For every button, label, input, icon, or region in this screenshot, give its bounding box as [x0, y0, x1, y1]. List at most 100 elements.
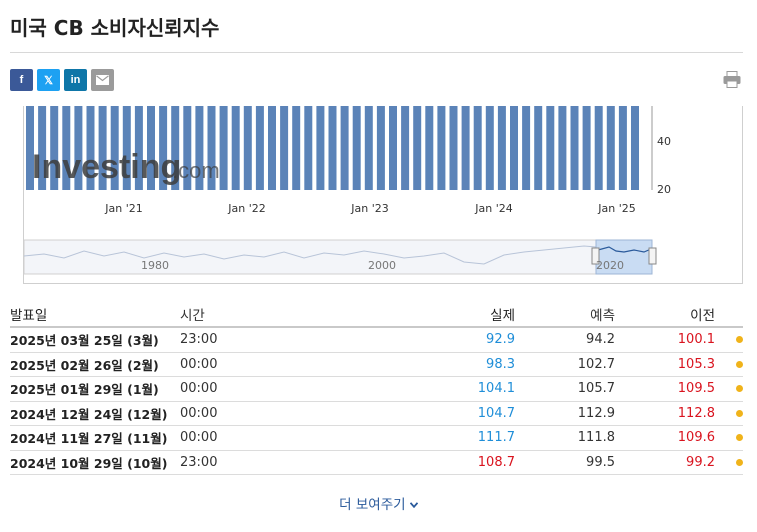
linkedin-share-button[interactable]: in — [64, 69, 87, 91]
header-time[interactable]: 시간 — [180, 304, 420, 324]
row-previous: 105.3 — [677, 356, 715, 372]
table-row: 2024년 11월 27일 (11월) 00:00 111.7 111.8 109.6 — [10, 426, 743, 451]
table-row: 2025년 01월 29일 (1월) 00:00 104.1 105.7 109.5 — [10, 377, 743, 402]
mail-icon — [96, 75, 109, 85]
chart-bar[interactable] — [606, 106, 615, 190]
row-time: 23:00 — [180, 454, 218, 470]
watermark-text: Investing — [32, 148, 181, 186]
chart-bar[interactable] — [304, 106, 313, 190]
chart-bar[interactable] — [389, 106, 397, 190]
chart-bar[interactable] — [364, 106, 373, 190]
consumer-confidence-chart[interactable]: Investing .com 40 20 Jan '21 Jan '22 Jan… — [24, 106, 744, 284]
chart-bar[interactable] — [328, 106, 337, 190]
row-previous: 112.8 — [677, 405, 715, 421]
row-actual: 104.7 — [477, 405, 515, 421]
share-bar: f 𝕏 in — [10, 69, 114, 91]
chart-bar[interactable] — [618, 106, 627, 190]
chart-bar[interactable] — [497, 106, 506, 190]
row-forecast: 99.5 — [586, 454, 615, 470]
chart-bar[interactable] — [268, 106, 276, 190]
row-actual: 108.7 — [477, 454, 515, 470]
chart-bar[interactable] — [522, 106, 531, 190]
chevron-down-icon — [409, 502, 419, 509]
chart-bar[interactable] — [582, 106, 591, 190]
header-previous[interactable]: 이전 — [615, 304, 715, 324]
importance-dot-icon — [736, 409, 743, 417]
row-date: 2025년 03월 25일 (3월) — [10, 333, 159, 349]
chart-container: Investing .com 40 20 Jan '21 Jan '22 Jan… — [23, 106, 743, 284]
chart-bar[interactable] — [510, 106, 518, 190]
row-previous: 99.2 — [686, 454, 715, 470]
header-date[interactable]: 발표일 — [10, 304, 180, 324]
importance-dot-icon — [736, 458, 743, 466]
header-actual[interactable]: 실제 — [420, 304, 515, 324]
table-row: 2025년 02월 26일 (2월) 00:00 98.3 102.7 105.3 — [10, 353, 743, 377]
row-forecast: 102.7 — [577, 356, 615, 372]
show-more-link[interactable]: 더 보여주기 — [0, 493, 757, 513]
row-actual: 98.3 — [486, 356, 515, 372]
importance-dot-icon — [736, 360, 743, 368]
show-more-label[interactable]: 더 보여주기 — [339, 497, 405, 513]
chart-bar[interactable] — [546, 106, 555, 190]
release-history-table: 발표일 시간 실제 예측 이전 2025년 03월 25일 (3월) 23:00 9… — [10, 302, 743, 475]
x-tick-label: Jan '24 — [474, 202, 512, 215]
y-tick-label: 20 — [657, 183, 671, 196]
row-time: 00:00 — [180, 430, 218, 446]
chart-bar[interactable] — [473, 106, 482, 190]
chart-bar[interactable] — [558, 106, 567, 190]
row-previous: 109.6 — [677, 430, 715, 446]
chart-bar[interactable] — [594, 106, 603, 190]
row-forecast: 105.7 — [577, 381, 615, 397]
twitter-share-button[interactable]: 𝕏 — [37, 69, 60, 91]
row-date: 2024년 11월 27일 (11월) — [10, 431, 168, 447]
row-forecast: 94.2 — [586, 332, 615, 348]
x-tick-label: Jan '22 — [227, 202, 265, 215]
navigator-tick: 2020 — [596, 259, 624, 272]
chart-bar[interactable] — [401, 106, 410, 190]
chart-bar[interactable] — [449, 106, 458, 190]
row-date: 2025년 02월 26일 (2월) — [10, 357, 159, 373]
x-tick-label: Jan '23 — [350, 202, 388, 215]
page-title: 미국 CB 소비자신뢰지수 — [10, 16, 220, 40]
chart-bar[interactable] — [631, 106, 639, 190]
importance-dot-icon — [736, 385, 743, 393]
row-date: 2025년 01월 29일 (1월) — [10, 382, 159, 398]
table-row: 2024년 12월 24일 (12월) 00:00 104.7 112.9 112.8 — [10, 402, 743, 426]
table-header: 발표일 시간 실제 예측 이전 — [10, 302, 743, 328]
header-forecast[interactable]: 예측 — [515, 304, 615, 324]
chart-bar[interactable] — [231, 106, 240, 190]
chart-bar[interactable] — [413, 106, 422, 190]
chart-bar[interactable] — [570, 106, 579, 190]
chart-bar[interactable] — [255, 106, 264, 190]
row-time: 00:00 — [180, 356, 218, 372]
row-date: 2024년 12월 24일 (12월) — [10, 406, 168, 422]
chart-bar[interactable] — [316, 106, 325, 190]
row-time: 00:00 — [180, 381, 218, 397]
chart-bar[interactable] — [352, 106, 361, 190]
navigator-tick: 1980 — [141, 259, 169, 272]
navigator-right-handle[interactable] — [648, 247, 657, 265]
row-time: 23:00 — [180, 332, 218, 348]
chart-navigator[interactable]: 1980 2000 2020 — [24, 239, 657, 275]
chart-bar[interactable] — [292, 106, 301, 190]
chart-bar[interactable] — [243, 106, 252, 190]
row-previous: 109.5 — [677, 381, 715, 397]
chart-bar[interactable] — [534, 106, 543, 190]
chart-bar[interactable] — [340, 106, 349, 190]
chart-bar[interactable] — [485, 106, 494, 190]
navigator-tick: 2000 — [368, 259, 396, 272]
printer-icon[interactable] — [723, 71, 741, 88]
chart-bar[interactable] — [425, 106, 434, 190]
email-share-button[interactable] — [91, 69, 114, 91]
x-tick-label: Jan '25 — [597, 202, 635, 215]
chart-bar[interactable] — [280, 106, 289, 190]
chart-bar[interactable] — [437, 106, 446, 190]
facebook-share-button[interactable]: f — [10, 69, 33, 91]
table-row: 2025년 03월 25일 (3월) 23:00 92.9 94.2 100.1 — [10, 328, 743, 353]
chart-bar[interactable] — [376, 106, 385, 190]
row-forecast: 111.8 — [577, 430, 615, 446]
y-tick-label: 40 — [657, 135, 671, 148]
row-previous: 100.1 — [677, 332, 715, 348]
table-row: 2024년 10월 29일 (10월) 23:00 108.7 99.5 99.2 — [10, 451, 743, 475]
chart-bar[interactable] — [461, 106, 470, 190]
